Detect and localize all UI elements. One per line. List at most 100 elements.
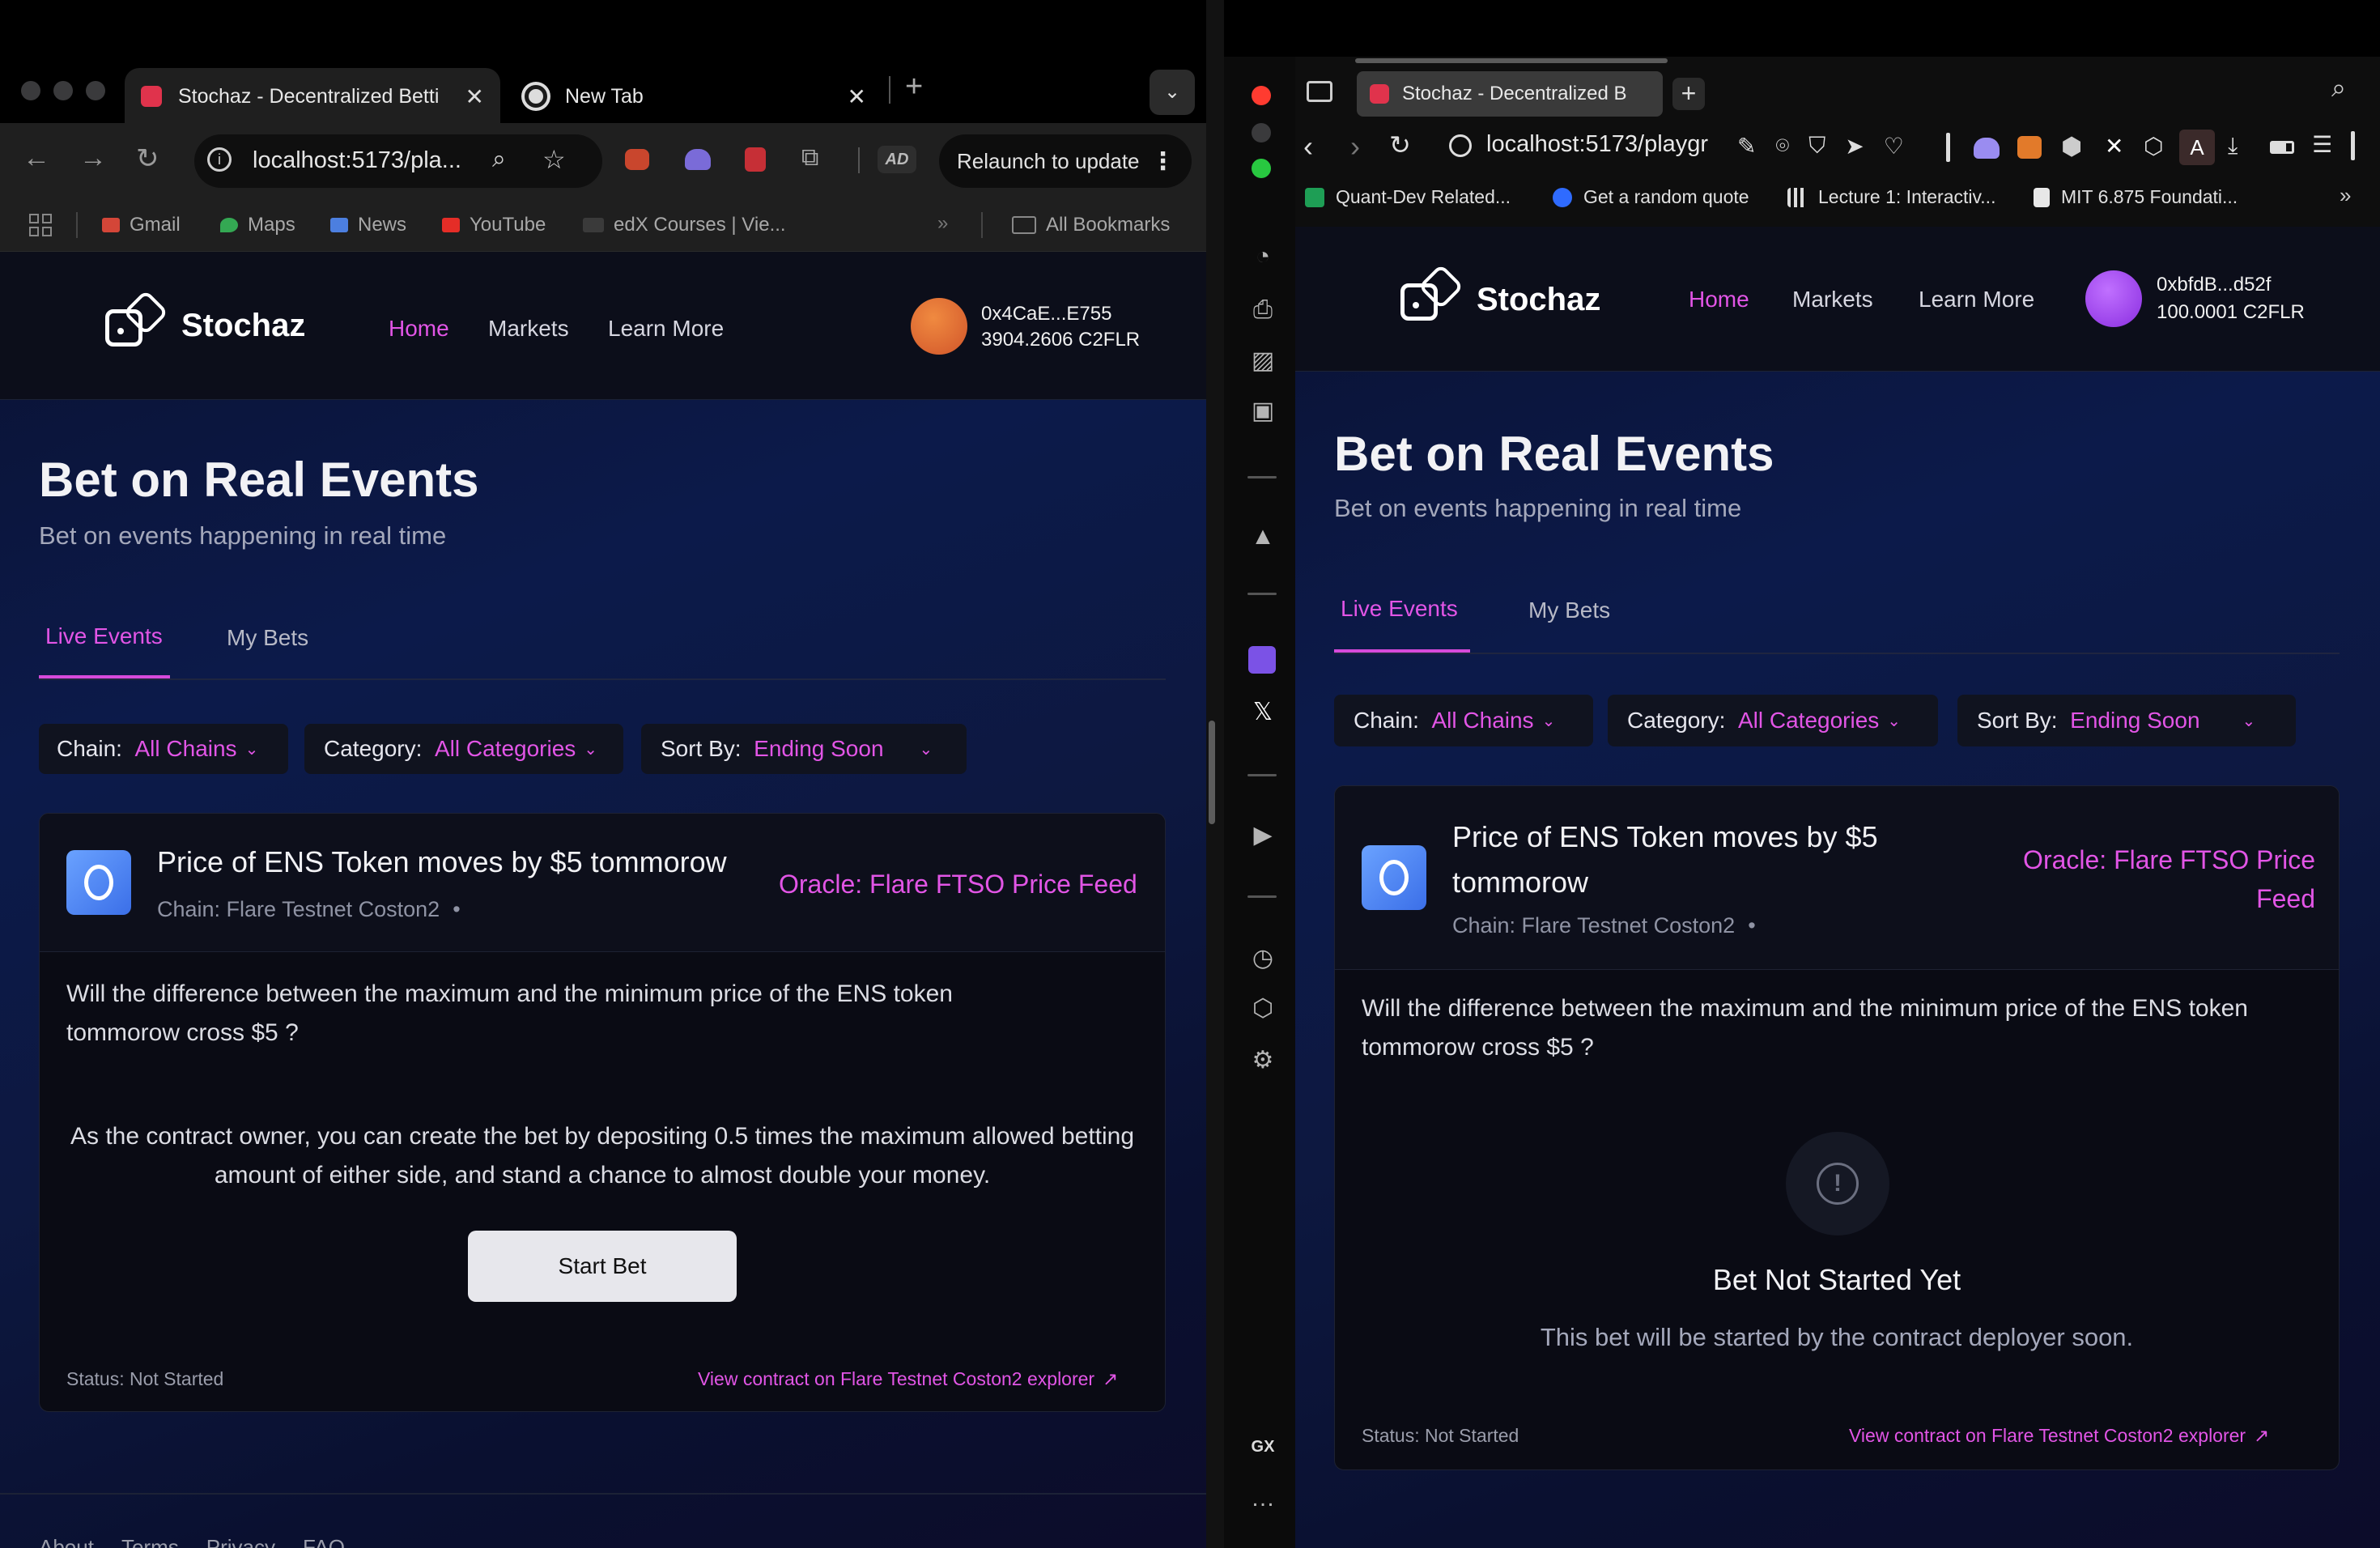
tab-live-events[interactable]: Live Events: [45, 623, 163, 649]
twitch-icon[interactable]: [1248, 646, 1276, 674]
avatar[interactable]: [2085, 270, 2142, 327]
all-bookmarks-folder[interactable]: All Bookmarks: [1012, 214, 1170, 236]
nav-learn-more[interactable]: Learn More: [1919, 287, 2034, 313]
bookmarks-overflow-icon[interactable]: »: [937, 212, 948, 235]
footer-terms[interactable]: Terms: [121, 1535, 179, 1548]
forward-chevron-icon[interactable]: ›: [1350, 130, 1360, 164]
window-close-dot[interactable]: [21, 81, 40, 100]
easy-setup-icon[interactable]: ☰: [2312, 131, 2332, 158]
bookmark-maps[interactable]: Maps: [220, 214, 295, 236]
back-arrow-icon[interactable]: ←: [23, 142, 50, 174]
tab-stochaz[interactable]: Stochaz - Decentralized B: [1357, 71, 1663, 117]
extensions-puzzle-icon[interactable]: ⧉: [801, 144, 818, 172]
history-clock-icon[interactable]: ◷: [1247, 944, 1279, 972]
category-filter-select[interactable]: Category: All Categories ⌄: [304, 724, 623, 774]
shield-icon[interactable]: ⛉: [1808, 133, 1825, 159]
tab-live-events[interactable]: Live Events: [1341, 596, 1458, 622]
bookmark-youtube[interactable]: YouTube: [442, 214, 546, 236]
tab-my-bets[interactable]: My Bets: [227, 625, 308, 651]
player-icon[interactable]: ▶: [1247, 821, 1279, 849]
avatar[interactable]: [911, 298, 967, 355]
metamask-extension-icon[interactable]: [625, 149, 649, 170]
bookmark-quant-dev[interactable]: Quant-Dev Related...: [1305, 186, 1511, 208]
bookmarks-overflow-icon[interactable]: »: [2340, 183, 2351, 208]
metamask-extension-icon[interactable]: [2017, 136, 2042, 159]
globe-icon[interactable]: [1449, 134, 1472, 157]
tab-search-chevron-icon[interactable]: ⌄: [1150, 70, 1195, 115]
chain-filter-select[interactable]: Chain: All Chains ⌄: [39, 724, 288, 774]
bookmark-star-icon[interactable]: ☆: [542, 144, 566, 175]
bookmark-gmail[interactable]: Gmail: [102, 214, 181, 236]
edit-share-icon[interactable]: ✎: [1737, 133, 1756, 159]
x-extension-icon[interactable]: ✕: [2105, 133, 2123, 159]
bookmark-edx[interactable]: edX Courses | Vie...: [583, 214, 786, 236]
bookmark-mit[interactable]: MIT 6.875 Foundati...: [2034, 186, 2238, 208]
speed-dial-icon[interactable]: ◔: [1247, 243, 1279, 270]
reload-icon[interactable]: ↻: [1389, 130, 1411, 160]
bet-title[interactable]: Price of ENS Token moves by $5 tommorow: [157, 845, 727, 879]
printer-icon[interactable]: ⎙: [1247, 296, 1279, 324]
extensions-cube-icon[interactable]: ⬡: [1247, 994, 1279, 1023]
start-bet-button[interactable]: Start Bet: [468, 1231, 737, 1302]
category-filter-select[interactable]: Category: All Categories ⌄: [1608, 695, 1938, 746]
cube-extension-icon[interactable]: ⬢: [2061, 133, 2082, 161]
tab-islands-icon[interactable]: [1307, 81, 1332, 102]
nav-home[interactable]: Home: [389, 316, 449, 342]
explorer-link[interactable]: View contract on Flare Testnet Coston2 e…: [698, 1368, 1118, 1390]
close-icon[interactable]: ✕: [465, 83, 484, 110]
sort-filter-select[interactable]: Sort By: Ending Soon ⌄: [641, 724, 967, 774]
close-icon[interactable]: ✕: [848, 83, 866, 110]
battery-icon[interactable]: [2270, 141, 2294, 154]
phantom-extension-icon[interactable]: [685, 149, 711, 170]
relaunch-button[interactable]: Relaunch to update ⋮: [939, 134, 1192, 188]
footer-faq[interactable]: FAQ: [303, 1535, 345, 1548]
send-icon[interactable]: ➤: [1845, 133, 1864, 159]
x-twitter-icon[interactable]: 𝕏: [1247, 698, 1279, 726]
tab-stochaz[interactable]: Stochaz - Decentralized Betti ✕: [125, 68, 500, 125]
window-zoom-dot[interactable]: [1252, 159, 1271, 178]
heart-icon[interactable]: ♡: [1884, 133, 1904, 159]
payment-card-icon[interactable]: ▨: [1247, 347, 1279, 375]
nav-learn-more[interactable]: Learn More: [608, 316, 724, 342]
nav-markets[interactable]: Markets: [1792, 287, 1873, 313]
memory-chip-icon[interactable]: ▣: [1247, 397, 1279, 425]
download-icon[interactable]: ⤓: [2228, 133, 2238, 159]
footer-privacy[interactable]: Privacy: [206, 1535, 275, 1548]
new-tab-plus-icon[interactable]: +: [905, 70, 923, 104]
brand-name[interactable]: Stochaz: [1477, 282, 1600, 318]
nav-home[interactable]: Home: [1689, 287, 1749, 313]
camera-icon[interactable]: ⌾: [1775, 133, 1789, 159]
sort-filter-select[interactable]: Sort By: Ending Soon ⌄: [1957, 695, 2296, 746]
bookmark-random-quote[interactable]: Get a random quote: [1553, 186, 1749, 208]
lock-extension-icon[interactable]: [745, 147, 766, 172]
bookmark-lecture[interactable]: Lecture 1: Interactiv...: [1787, 186, 1995, 208]
kebab-menu-icon[interactable]: ⋮: [1151, 147, 1175, 176]
footer-about[interactable]: About: [39, 1535, 94, 1548]
window-minimize-dot[interactable]: [53, 81, 73, 100]
more-dots-icon[interactable]: …: [1247, 1485, 1279, 1512]
apps-grid-icon[interactable]: [29, 214, 52, 236]
bookmark-news[interactable]: News: [330, 214, 406, 236]
chain-filter-select[interactable]: Chain: All Chains ⌄: [1334, 695, 1593, 746]
reload-icon[interactable]: ↻: [136, 142, 159, 175]
forward-arrow-icon[interactable]: →: [79, 142, 107, 174]
box-icon[interactable]: ⬡: [2144, 133, 2163, 159]
nav-markets[interactable]: Markets: [488, 316, 569, 342]
window-minimize-dot[interactable]: [1252, 123, 1271, 142]
new-tab-plus-icon[interactable]: +: [1672, 78, 1705, 110]
phantom-extension-icon[interactable]: [1974, 138, 2000, 159]
back-chevron-icon[interactable]: ‹: [1303, 130, 1313, 164]
scrollbar-thumb[interactable]: [1209, 721, 1215, 824]
search-icon[interactable]: ⌕: [2331, 73, 2346, 104]
address-text[interactable]: localhost:5173/playgr: [1486, 131, 1708, 158]
tab-my-bets[interactable]: My Bets: [1528, 598, 1610, 623]
explorer-link[interactable]: View contract on Flare Testnet Coston2 e…: [1849, 1425, 2269, 1447]
zoom-search-icon[interactable]: ⌕: [492, 146, 506, 173]
window-close-dot[interactable]: [1252, 86, 1271, 105]
window-zoom-dot[interactable]: [86, 81, 105, 100]
aria-icon[interactable]: ▲: [1247, 523, 1279, 551]
brand-name[interactable]: Stochaz: [181, 308, 305, 344]
settings-gear-icon[interactable]: ⚙: [1247, 1046, 1279, 1074]
bet-title[interactable]: Price of ENS Token moves by $5 tommorow: [1452, 814, 1938, 905]
gx-control-icon[interactable]: GX: [1247, 1438, 1279, 1457]
